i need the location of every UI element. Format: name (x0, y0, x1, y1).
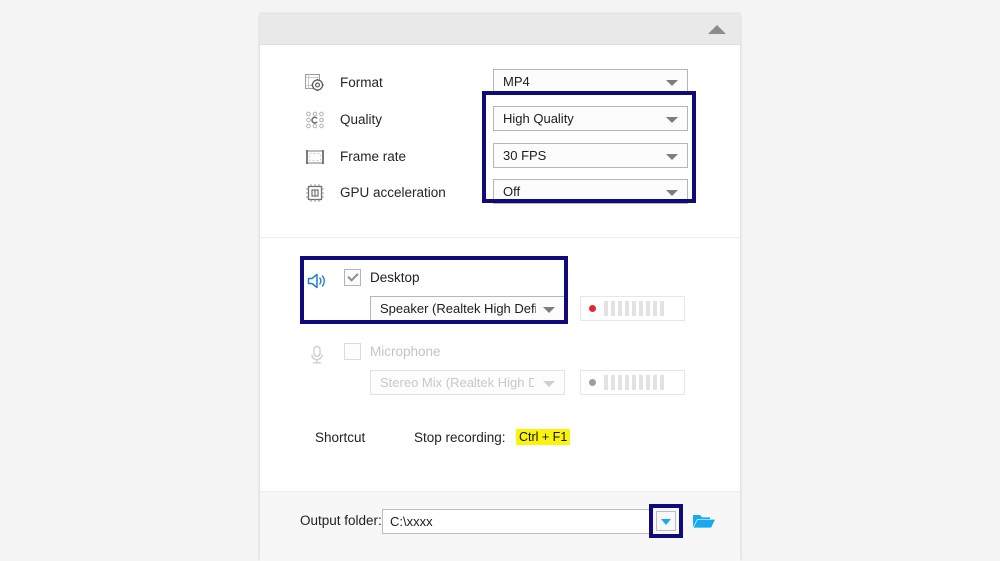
microphone-checkbox[interactable] (344, 343, 361, 360)
quality-dropdown-value: High Quality (503, 111, 574, 126)
setting-row-format: Format MP4 (260, 65, 740, 101)
shortcut-section-label: Shortcut (315, 430, 366, 445)
microphone-level-meter (580, 370, 685, 395)
chevron-down-icon (666, 190, 678, 196)
stop-recording-shortcut-keys[interactable]: Ctrl + F1 (516, 429, 571, 445)
frame-rate-icon (302, 139, 328, 175)
setting-row-quality: Quality High Quality (260, 102, 740, 138)
setting-label-quality: Quality (340, 112, 383, 127)
speaker-icon (304, 268, 330, 294)
chevron-down-icon (666, 80, 678, 86)
chevron-down-icon (543, 307, 555, 313)
microphone-device-dropdown[interactable]: Stereo Mix (Realtek High D... (370, 370, 565, 395)
level-bars (604, 301, 664, 316)
folder-open-icon (693, 515, 715, 528)
chevron-up-icon[interactable] (708, 25, 726, 34)
setting-row-frame-rate: Frame rate 30 FPS (260, 139, 740, 175)
desktop-audio-label: Desktop (370, 270, 420, 285)
frame-rate-dropdown-value: 30 FPS (503, 148, 547, 163)
output-folder-label: Output folder: (300, 513, 382, 528)
browse-folder-button[interactable] (690, 508, 718, 534)
frame-rate-dropdown[interactable]: 30 FPS (493, 143, 688, 168)
level-bars (604, 375, 664, 390)
chevron-down-icon (543, 381, 555, 387)
chevron-down-icon (666, 154, 678, 160)
quality-dots-icon (302, 102, 328, 138)
output-folder-path: C:\xxxx (390, 514, 433, 529)
gpu-chip-icon (302, 175, 328, 211)
panel-titlebar (260, 14, 740, 45)
gpu-acceleration-dropdown-value: Off (503, 184, 521, 199)
setting-row-gpu-acceleration: GPU acceleration Off (260, 175, 740, 211)
microphone-icon (304, 342, 330, 368)
quality-dropdown[interactable]: High Quality (493, 106, 688, 131)
setting-label-gpu-acceleration: GPU acceleration (340, 185, 446, 200)
setting-label-format: Format (340, 75, 383, 90)
video-settings-section: Format MP4 Quality High Quality Frame ra… (260, 45, 740, 238)
microphone-device-value: Stereo Mix (Realtek High D... (380, 375, 534, 390)
desktop-audio-level-meter (580, 296, 685, 321)
format-film-gear-icon (302, 65, 328, 101)
screen-recorder-panel: Format MP4 Quality High Quality Frame ra… (260, 14, 740, 561)
output-folder-section: Output folder: C:\xxxx (260, 492, 740, 561)
desktop-audio-checkbox[interactable] (344, 269, 361, 286)
chevron-down-icon (666, 117, 678, 123)
record-dot-icon (589, 379, 596, 386)
output-folder-input[interactable]: C:\xxxx (382, 509, 650, 534)
desktop-audio-device-value: Speaker (Realtek High Defi... (380, 301, 536, 316)
setting-label-frame-rate: Frame rate (340, 149, 407, 164)
screen: Format MP4 Quality High Quality Frame ra… (0, 0, 1000, 561)
audio-settings-section: Desktop Speaker (Realtek High Defi... Mi… (260, 238, 740, 492)
microphone-label: Microphone (370, 344, 441, 359)
stop-recording-label: Stop recording: (414, 430, 506, 445)
chevron-down-icon (661, 519, 671, 525)
record-dot-icon (589, 305, 596, 312)
format-dropdown-value: MP4 (503, 74, 530, 89)
gpu-acceleration-dropdown[interactable]: Off (493, 179, 688, 204)
desktop-audio-device-dropdown[interactable]: Speaker (Realtek High Defi... (370, 296, 565, 321)
output-folder-dropdown-button[interactable] (656, 511, 676, 531)
format-dropdown[interactable]: MP4 (493, 69, 688, 94)
